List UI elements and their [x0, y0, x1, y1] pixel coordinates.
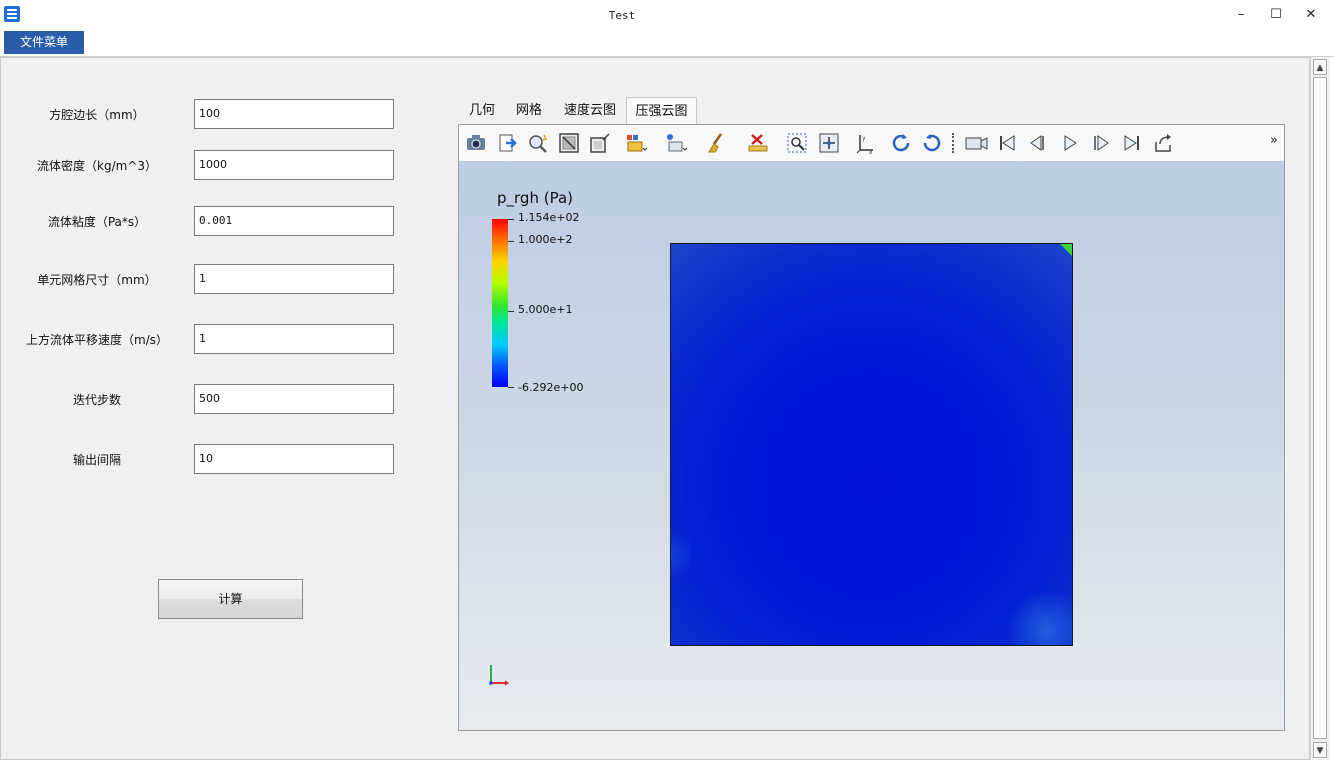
tab-mesh[interactable]: 网格	[508, 97, 550, 125]
legend-tick	[508, 219, 514, 220]
density-input[interactable]: 1000	[194, 150, 394, 180]
video-camera-icon[interactable]	[964, 132, 990, 154]
scroll-down-button[interactable]: ▼	[1313, 742, 1327, 758]
play-icon[interactable]	[1059, 132, 1081, 154]
legend-title: p_rgh (Pa)	[497, 189, 573, 207]
axes-icon[interactable]: yx	[855, 132, 877, 154]
legend-tick	[508, 241, 514, 242]
select-cells-icon[interactable]	[625, 132, 647, 154]
pressure-gradient-edge	[671, 525, 691, 585]
lid-velocity-label: 上方流体平移速度（m/s）	[26, 333, 168, 347]
legend-tick	[508, 311, 514, 312]
viscosity-label: 流体粘度（Pa*s）	[47, 215, 147, 229]
rotate-cw-icon[interactable]	[890, 132, 912, 154]
iterations-label: 迭代步数	[72, 393, 121, 407]
rotate-ccw-icon[interactable]	[921, 132, 943, 154]
zoom-region-icon[interactable]	[786, 132, 808, 154]
svg-text:x: x	[869, 149, 873, 154]
scroll-thumb[interactable]	[1313, 77, 1327, 739]
title-bar: Test – ☐ ✕	[0, 0, 1334, 30]
loop-icon[interactable]	[1152, 132, 1174, 154]
vertical-scrollbar[interactable]: ▲ ▼	[1310, 57, 1330, 760]
zoom-probe-icon[interactable]	[527, 132, 549, 154]
compute-button[interactable]: 计算	[158, 579, 303, 619]
output-interval-input[interactable]: 10	[194, 444, 394, 474]
center-icon[interactable]	[818, 132, 840, 154]
legend-tick-label-50: 5.000e+1	[518, 303, 573, 316]
first-frame-icon[interactable]	[996, 132, 1018, 154]
close-button[interactable]: ✕	[1294, 0, 1328, 30]
tab-pressure-contour[interactable]: 压强云图	[626, 97, 697, 125]
minimize-button[interactable]: –	[1224, 0, 1258, 30]
view-box-icon[interactable]	[589, 132, 611, 154]
maximize-button[interactable]: ☐	[1259, 0, 1293, 30]
legend-min-label: -6.292e+00	[518, 381, 584, 394]
tab-velocity-contour[interactable]: 速度云图	[558, 97, 622, 125]
iterations-input[interactable]: 500	[194, 384, 394, 414]
select-points-icon[interactable]	[665, 132, 687, 154]
pressure-field-plot[interactable]	[670, 243, 1073, 646]
delete-ruler-icon[interactable]	[747, 132, 769, 154]
legend-tick	[508, 387, 514, 388]
view-toolbar: yx »	[459, 125, 1284, 162]
output-interval-label: 输出间隔	[72, 453, 121, 467]
file-menu[interactable]: 文件菜单	[4, 31, 84, 54]
render-panel: yx » p_rgh (Pa) 1.154e+02 1.000e+2 5.000…	[458, 124, 1285, 731]
pressure-gradient-corner	[1002, 595, 1072, 645]
viscosity-input[interactable]: 0.001	[194, 206, 394, 236]
orientation-axes-icon	[489, 665, 510, 686]
mesh-size-input[interactable]: 1	[194, 264, 394, 294]
clear-brush-icon[interactable]	[705, 132, 727, 154]
side-length-input[interactable]: 100	[194, 99, 394, 129]
side-length-label: 方腔边长（mm）	[49, 108, 145, 122]
menu-bar: 文件菜单	[0, 30, 1334, 57]
toolbar-more-button[interactable]: »	[1270, 133, 1278, 148]
next-frame-icon[interactable]	[1090, 132, 1112, 154]
prev-frame-icon[interactable]	[1027, 132, 1049, 154]
lid-velocity-input[interactable]: 1	[194, 324, 394, 354]
window-title: Test	[608, 9, 636, 22]
svg-text:y: y	[862, 135, 866, 142]
toolbar-separator	[952, 133, 954, 153]
camera-icon[interactable]	[465, 132, 487, 154]
scroll-up-button[interactable]: ▲	[1313, 59, 1327, 75]
reset-view-icon[interactable]	[558, 132, 580, 154]
color-scale-bar	[492, 219, 508, 387]
high-pressure-corner	[1060, 244, 1072, 256]
export-icon[interactable]	[497, 132, 519, 154]
legend-max-label: 1.154e+02	[518, 211, 580, 224]
last-frame-icon[interactable]	[1121, 132, 1143, 154]
density-label: 流体密度（kg/m^3）	[37, 159, 157, 173]
legend-tick-label-100: 1.000e+2	[518, 233, 573, 246]
vtk-render-view[interactable]: p_rgh (Pa) 1.154e+02 1.000e+2 5.000e+1 -…	[459, 161, 1284, 730]
mesh-size-label: 单元网格尺寸（mm）	[37, 273, 157, 287]
tab-geometry[interactable]: 几何	[462, 97, 502, 125]
